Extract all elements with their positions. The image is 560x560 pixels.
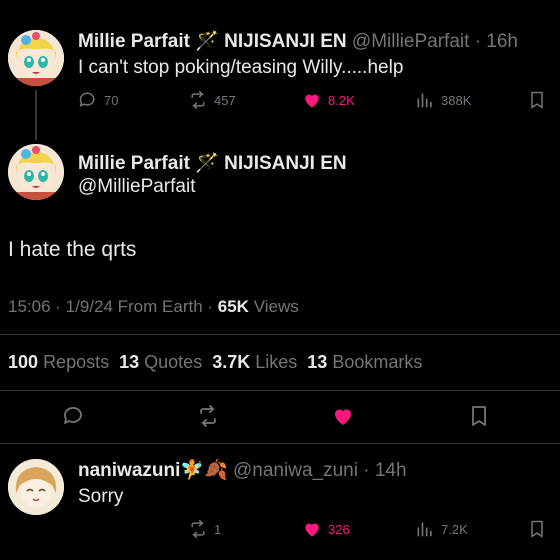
reply-handle[interactable]: @naniwa_zuni <box>233 460 358 481</box>
parent-org-name: NIJISANJI EN <box>224 31 347 52</box>
divider <box>0 390 560 391</box>
reply-like-count: 326 <box>328 521 350 537</box>
millie-avatar-image <box>8 144 64 200</box>
main-author[interactable]: Millie Parfait 🪄 NIJISANJI EN <box>78 151 347 175</box>
bookmark-icon <box>472 406 486 426</box>
parent-handle[interactable]: @MillieParfait <box>352 31 469 52</box>
reply-author: naniwazuni🧚🍂 @naniwa_zuni · 14h <box>78 460 407 481</box>
reply-time[interactable]: 14h <box>375 460 407 481</box>
avatar-millie-parent[interactable] <box>8 30 64 86</box>
parent-view-count: 388K <box>441 92 472 108</box>
divider <box>0 334 560 335</box>
like-icon <box>305 523 319 537</box>
main-views-label: Views <box>253 297 299 316</box>
wand-icon: 🪄 <box>195 153 219 174</box>
main-repost-button[interactable] <box>196 404 220 428</box>
main-reply-button[interactable] <box>62 404 86 428</box>
repost-icon <box>191 519 205 539</box>
parent-repost-count: 457 <box>214 92 236 108</box>
parent-tweet-text: I can't stop poking/teasing Willy.....he… <box>78 57 404 78</box>
reply-like-button[interactable]: 326 <box>302 519 350 539</box>
stat-bookmarks[interactable]: 13 Bookmarks <box>307 352 422 373</box>
reply-bookmark-button[interactable] <box>527 519 547 539</box>
fairy-leaf-emoji: 🧚🍂 <box>180 460 228 481</box>
divider <box>0 443 560 444</box>
main-tweet-text: I hate the qrts <box>8 238 137 261</box>
reply-icon <box>64 407 82 424</box>
stat-quotes[interactable]: 13 Quotes <box>119 352 202 373</box>
wand-icon: 🪄 <box>195 31 219 52</box>
views-icon <box>417 522 432 537</box>
parent-like-button[interactable]: 8.2K <box>302 90 355 110</box>
like-icon <box>335 409 351 425</box>
parent-display-name[interactable]: Millie Parfait <box>78 31 190 52</box>
main-timestamp[interactable]: 15:06 · 1/9/24 From Earth <box>8 297 203 316</box>
reply-display-name[interactable]: naniwazuni <box>78 460 180 481</box>
parent-reply-button[interactable]: 70 <box>78 90 118 110</box>
main-views-count: 65K <box>217 297 249 316</box>
stat-reposts[interactable]: 100 Reposts <box>8 352 109 373</box>
main-meta: 15:06 · 1/9/24 From Earth · 65K Views <box>8 297 299 316</box>
main-display-name[interactable]: Millie Parfait <box>78 153 190 174</box>
reply-icon <box>79 92 95 107</box>
parent-repost-button[interactable]: 457 <box>188 90 236 110</box>
reply-repost-button[interactable]: 1 <box>188 519 221 539</box>
reply-tweet-text: Sorry <box>78 486 124 507</box>
avatar-naniwazuni[interactable] <box>8 459 64 515</box>
repost-icon <box>191 90 205 110</box>
main-like-button[interactable] <box>331 404 355 428</box>
parent-reply-count: 70 <box>104 92 119 108</box>
reply-view-count: 7.2K <box>441 521 468 537</box>
main-stats-row: 100 Reposts 13 Quotes 3.7K Likes 13 Book… <box>8 352 422 373</box>
repost-icon <box>200 405 216 427</box>
bookmark-icon <box>531 91 543 109</box>
like-icon <box>305 94 319 108</box>
views-icon <box>417 93 432 108</box>
thread-connector-line <box>35 90 37 140</box>
parent-views-button[interactable]: 388K <box>415 90 471 110</box>
main-handle[interactable]: @MillieParfait <box>78 176 195 198</box>
naniwazuni-avatar-image <box>8 459 64 515</box>
main-bookmark-button[interactable] <box>467 404 491 428</box>
parent-author: Millie Parfait 🪄 NIJISANJI EN @MilliePar… <box>78 31 518 52</box>
parent-time[interactable]: 16h <box>486 31 518 52</box>
reply-repost-count: 1 <box>214 521 222 537</box>
bookmark-icon <box>531 520 543 538</box>
millie-avatar-image <box>8 30 64 86</box>
stat-likes[interactable]: 3.7K Likes <box>212 352 297 373</box>
main-org-name: NIJISANJI EN <box>224 153 347 174</box>
reply-views-button[interactable]: 7.2K <box>415 519 468 539</box>
parent-like-count: 8.2K <box>328 92 355 108</box>
parent-bookmark-button[interactable] <box>527 90 547 110</box>
avatar-millie-main[interactable] <box>8 144 64 200</box>
